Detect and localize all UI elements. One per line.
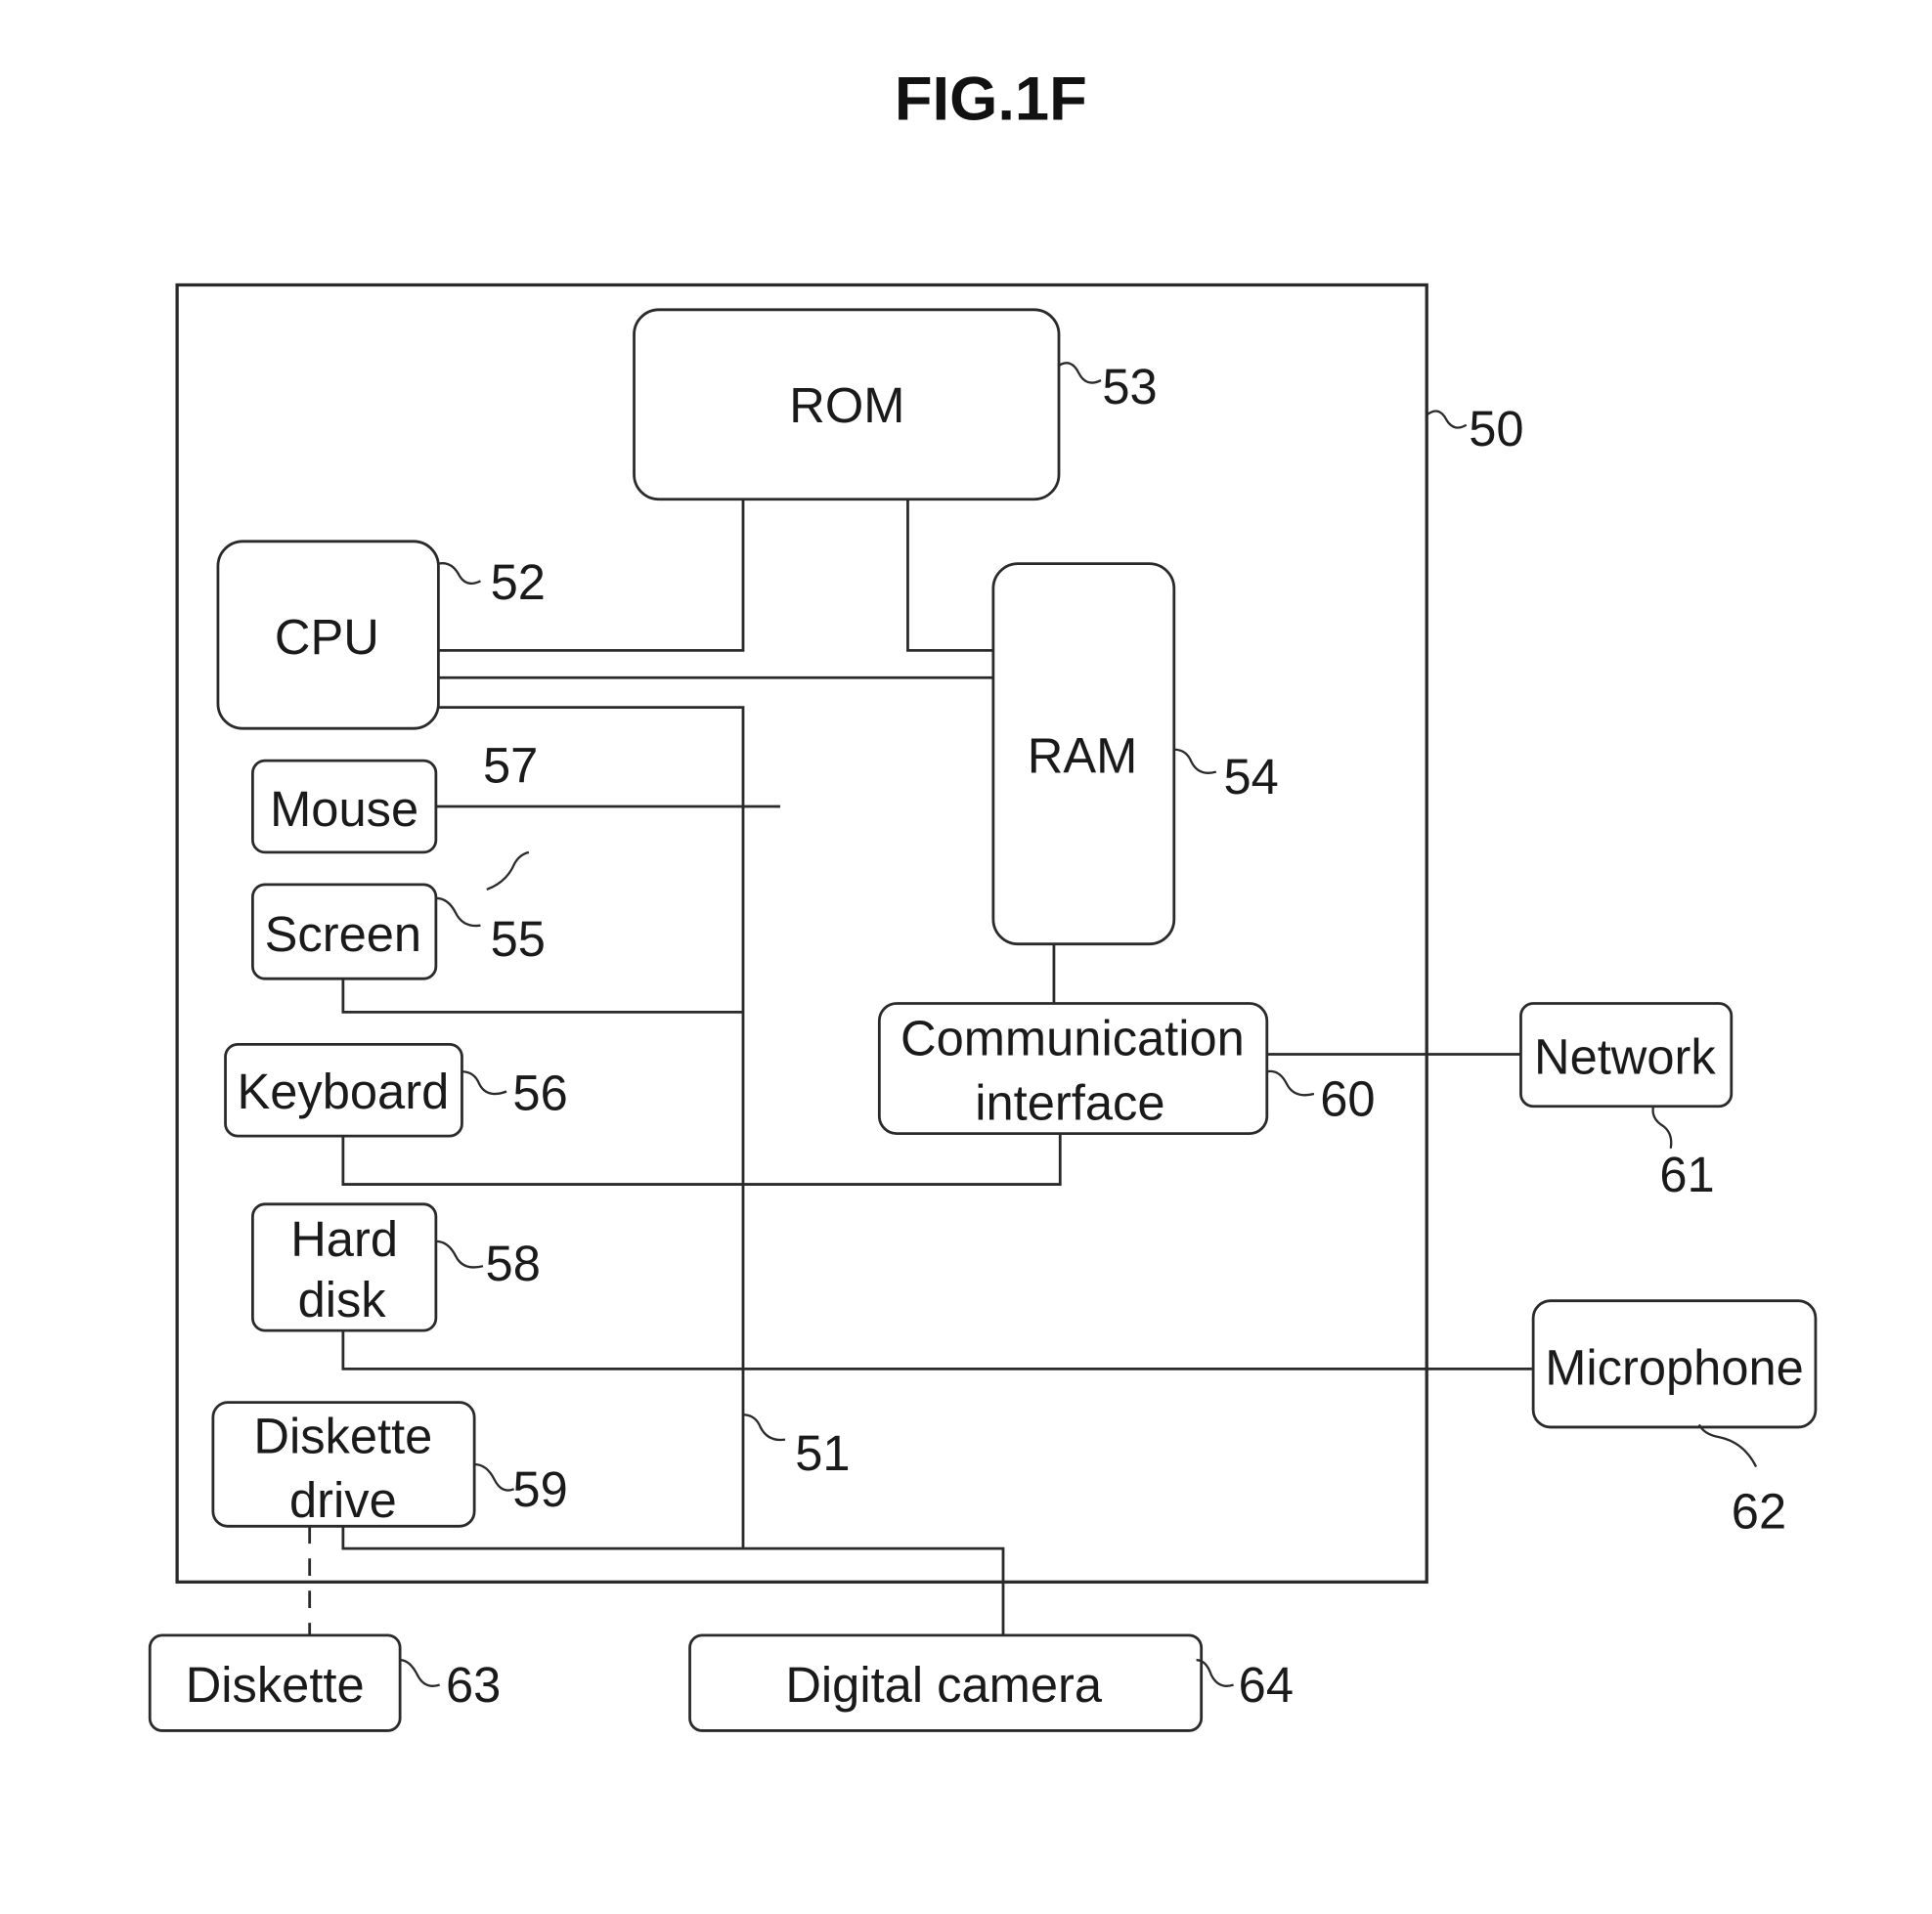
wire-rom-cpu <box>438 499 745 652</box>
diskette-ref-leader <box>400 1659 441 1687</box>
wire-harddisk-microphone <box>341 1330 1534 1370</box>
network-ref: 61 <box>1659 1147 1714 1202</box>
rom-ref-leader <box>1058 362 1102 384</box>
microphone-ref: 62 <box>1732 1484 1786 1540</box>
block-diagram: FIG.1F 50 ROM 53 CPU 52 RAM 54 Mouse 57 … <box>148 65 1818 1732</box>
rom-block: ROM 53 <box>633 308 1158 501</box>
keyboard-label: Keyboard <box>237 1064 449 1119</box>
diskette-label: Diskette <box>186 1657 365 1713</box>
keyboard-block: Keyboard 56 <box>224 1042 568 1138</box>
rom-ref: 53 <box>1102 359 1157 414</box>
ram-block: RAM 54 <box>991 562 1279 946</box>
diskette-drive-label-line1: Diskette <box>253 1408 432 1463</box>
microphone-block: Microphone 62 <box>1531 1299 1818 1540</box>
figure-title: FIG.1F <box>895 65 1087 133</box>
mouse-block: Mouse 57 <box>251 738 538 891</box>
digital-camera-block: Digital camera 64 <box>688 1633 1294 1732</box>
diskette-block: Diskette 63 <box>148 1633 501 1732</box>
hard-disk-ref: 58 <box>486 1236 541 1291</box>
hard-disk-ref-leader <box>435 1240 484 1269</box>
rom-label: ROM <box>789 377 904 433</box>
bus-51 <box>438 706 745 1549</box>
diskette-ref: 63 <box>446 1657 501 1713</box>
bus-ref: 51 <box>795 1425 850 1481</box>
comm-interface-ref: 60 <box>1320 1071 1375 1127</box>
diskette-drive-ref: 59 <box>512 1461 567 1517</box>
wire-keyboard-comm <box>341 1133 1062 1186</box>
digital-camera-ref: 64 <box>1239 1657 1294 1713</box>
bus-ref-leader <box>742 1414 786 1442</box>
system-ref: 50 <box>1469 401 1523 457</box>
ram-label: RAM <box>1028 728 1138 784</box>
screen-block: Screen 55 <box>251 883 546 980</box>
network-block: Network 61 <box>1519 1002 1734 1202</box>
wire-screen-bus <box>341 979 743 1014</box>
hard-disk-label-line1: Hard <box>290 1211 398 1267</box>
diskette-drive-ref-leader <box>474 1462 515 1492</box>
digital-camera-label: Digital camera <box>785 1657 1102 1713</box>
hard-disk-block: Hard disk 58 <box>251 1202 541 1332</box>
wire-rom-ram <box>906 499 993 652</box>
screen-label: Screen <box>265 906 421 962</box>
cpu-ref: 52 <box>491 554 546 610</box>
microphone-label: Microphone <box>1545 1340 1804 1396</box>
mouse-ref: 57 <box>483 738 538 794</box>
microphone-ref-leader <box>1697 1423 1758 1468</box>
network-label: Network <box>1534 1029 1716 1085</box>
cpu-label: CPU <box>275 609 379 665</box>
system-ref-leader <box>1426 410 1468 429</box>
diskette-drive-label-line2: drive <box>289 1472 397 1528</box>
comm-interface-block: Communication interface 60 <box>877 1002 1376 1135</box>
cpu-ref-leader <box>438 562 481 586</box>
network-ref-leader <box>1651 1106 1673 1149</box>
keyboard-ref: 56 <box>512 1065 567 1120</box>
diskette-drive-block: Diskette drive 59 <box>211 1401 568 1528</box>
comm-interface-label-line1: Communication <box>900 1011 1245 1066</box>
cpu-block: CPU 52 <box>216 540 546 730</box>
comm-interface-ref-leader <box>1266 1069 1315 1097</box>
hard-disk-label-line2: disk <box>298 1272 387 1327</box>
mouse-label: Mouse <box>270 781 418 837</box>
ram-ref: 54 <box>1223 749 1278 805</box>
mouse-ref-leader <box>486 850 530 891</box>
keyboard-ref-leader <box>461 1070 507 1096</box>
screen-ref: 55 <box>491 911 546 967</box>
ram-ref-leader <box>1173 748 1217 774</box>
screen-ref-leader <box>435 896 481 928</box>
comm-interface-label-line2: interface <box>975 1074 1164 1130</box>
